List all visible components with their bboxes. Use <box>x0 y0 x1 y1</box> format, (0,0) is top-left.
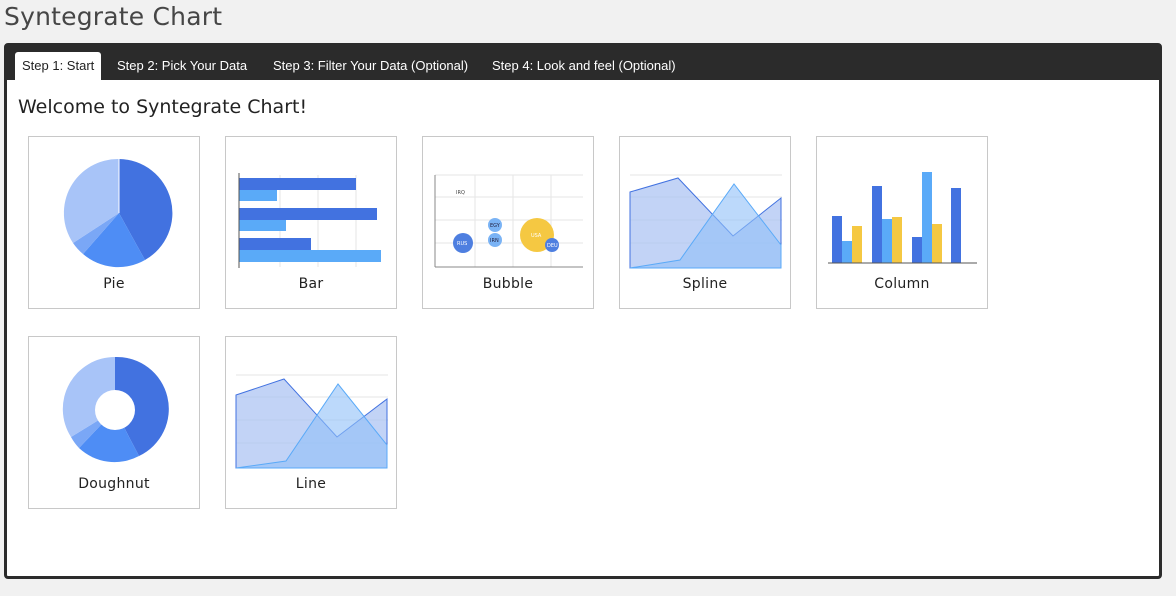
chart-type-line-card[interactable]: Line <box>225 336 397 509</box>
welcome-heading: Welcome to Syntegrate Chart! <box>18 96 308 118</box>
chart-type-bubble-card[interactable]: IRQ EGY IRN RUS USA DEU Bubble <box>422 136 594 309</box>
chart-type-label: Doughnut <box>78 476 150 492</box>
bubble-label-usa: USA <box>531 233 542 239</box>
bubble-label-irn: IRN <box>490 238 499 244</box>
pie-chart-icon <box>63 158 173 268</box>
wizard-tabbar: Step 1: Start Step 2: Pick Your Data Ste… <box>7 46 1159 80</box>
tab-step-3-filter-data[interactable]: Step 3: Filter Your Data (Optional) <box>266 52 475 80</box>
bar-chart-icon <box>238 173 381 268</box>
doughnut-chart-icon <box>62 356 169 463</box>
chart-type-label: Spline <box>682 276 728 292</box>
bubble-label-egy: EGY <box>490 223 501 229</box>
tab-step-4-look-and-feel[interactable]: Step 4: Look and feel (Optional) <box>485 52 683 80</box>
chart-type-doughnut-card[interactable]: Doughnut <box>28 336 200 509</box>
tab-step-1-start[interactable]: Step 1: Start <box>15 52 102 80</box>
bubble-label-rus: RUS <box>457 241 467 247</box>
tab-step-2-pick-data[interactable]: Step 2: Pick Your Data <box>110 52 254 80</box>
line-chart-icon <box>235 374 388 469</box>
chart-type-label: Pie <box>103 276 125 292</box>
spline-chart-icon <box>629 174 782 269</box>
bubble-label-deu: DEU <box>547 243 558 249</box>
chart-type-column-card[interactable]: Column <box>816 136 988 309</box>
chart-type-label: Line <box>295 476 327 492</box>
wizard-panel: Step 1: Start Step 2: Pick Your Data Ste… <box>4 43 1162 579</box>
bubble-label-irq: IRQ <box>456 190 465 196</box>
chart-type-label: Column <box>874 276 930 292</box>
chart-type-bar-card[interactable]: Bar <box>225 136 397 309</box>
chart-type-pie-card[interactable]: Pie <box>28 136 200 309</box>
chart-type-label: Bubble <box>482 276 534 292</box>
page-title: Syntegrate Chart <box>4 2 223 31</box>
chart-type-label: Bar <box>298 276 324 292</box>
bubble-chart-icon: IRQ EGY IRN RUS USA DEU <box>434 174 583 268</box>
column-chart-icon <box>828 172 977 264</box>
chart-type-spline-card[interactable]: Spline <box>619 136 791 309</box>
